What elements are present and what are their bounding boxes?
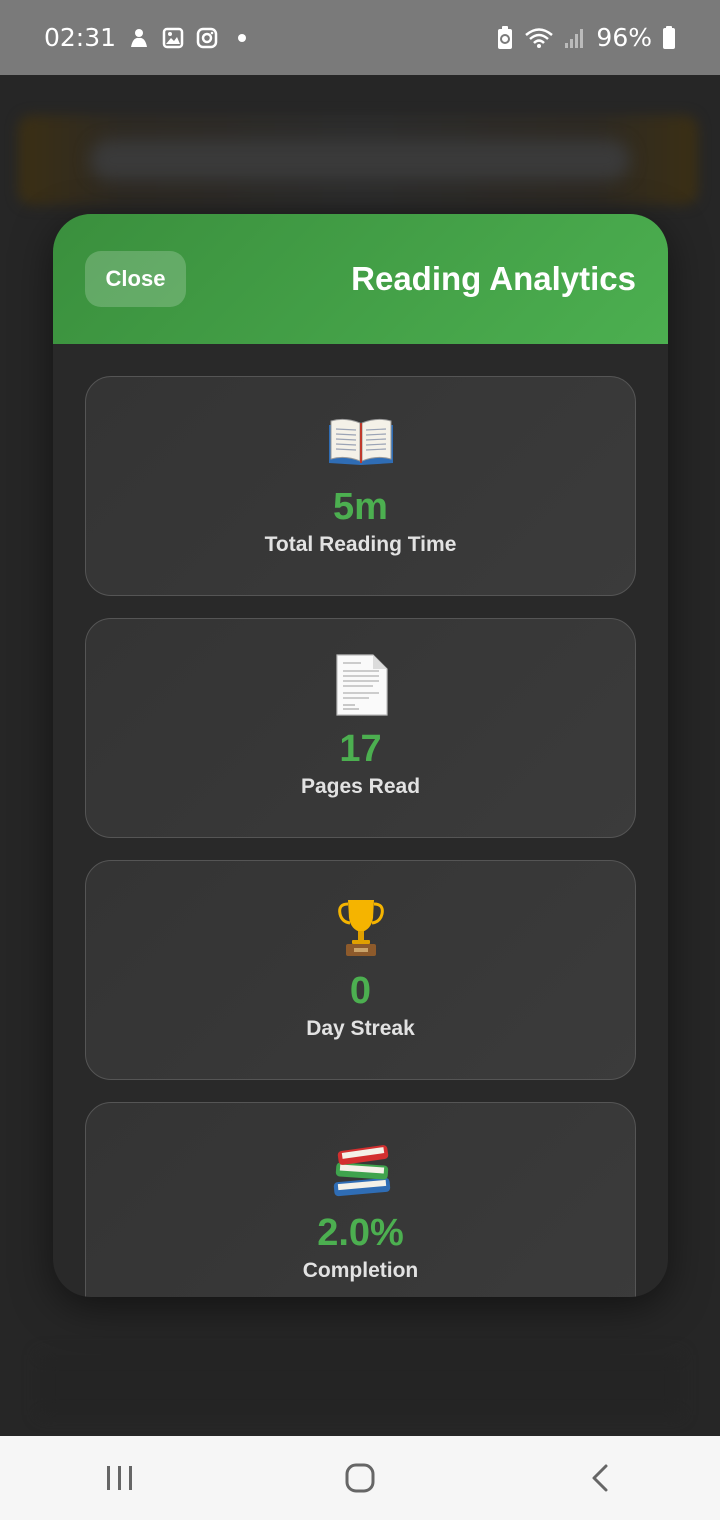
back-button[interactable] [560,1448,640,1508]
analytics-modal: Close Reading Analytics 5m Total Reading… [53,214,668,1297]
status-time: 02:31 [44,23,117,52]
trophy-icon [326,895,396,959]
recents-button[interactable] [80,1448,160,1508]
stat-card-day-streak: 0 Day Streak [85,860,636,1080]
instagram-icon [196,27,218,49]
stat-label: Pages Read [300,775,421,798]
back-icon [592,1464,608,1492]
battery-icon [662,25,676,50]
home-button[interactable] [320,1448,400,1508]
close-button[interactable]: Close [85,251,186,307]
battery-percent: 96% [596,23,652,52]
background-footer [40,1355,680,1415]
background-search [90,140,630,180]
stat-label: Completion [302,1259,419,1282]
signal-icon [564,27,586,49]
dot-icon [238,33,247,42]
stat-label: Day Streak [306,1017,415,1040]
open-book-icon [326,411,396,475]
stat-value: 0 [349,970,372,1012]
stat-value: 5m [333,486,388,528]
modal-title: Reading Analytics [351,260,636,297]
modal-header: Close Reading Analytics [53,214,668,344]
stat-card-completion: 2.0% Completion [85,1102,636,1297]
home-icon [345,1463,375,1493]
navigation-bar [0,1436,720,1520]
status-right: 96% [496,23,676,52]
battery-saver-icon [496,25,514,50]
notification-icon [128,27,150,49]
stat-value: 17 [339,728,382,770]
page-icon [326,653,396,717]
wifi-icon [524,26,554,50]
screen: 02:31 96% Close Reading Analytics 5m Tot… [0,0,720,1520]
recents-icon [107,1466,132,1490]
stat-card-reading-time: 5m Total Reading Time [85,376,636,596]
stat-value: 2.0% [317,1212,404,1254]
books-stack-icon [326,1137,396,1201]
status-bar: 02:31 96% [0,0,720,75]
stat-card-pages-read: 17 Pages Read [85,618,636,838]
stat-label: Total Reading Time [264,533,457,556]
status-left: 02:31 [44,23,247,52]
gallery-icon [162,27,184,49]
modal-body[interactable]: 5m Total Reading Time 17 Pages Read 0 Da… [53,344,668,1297]
